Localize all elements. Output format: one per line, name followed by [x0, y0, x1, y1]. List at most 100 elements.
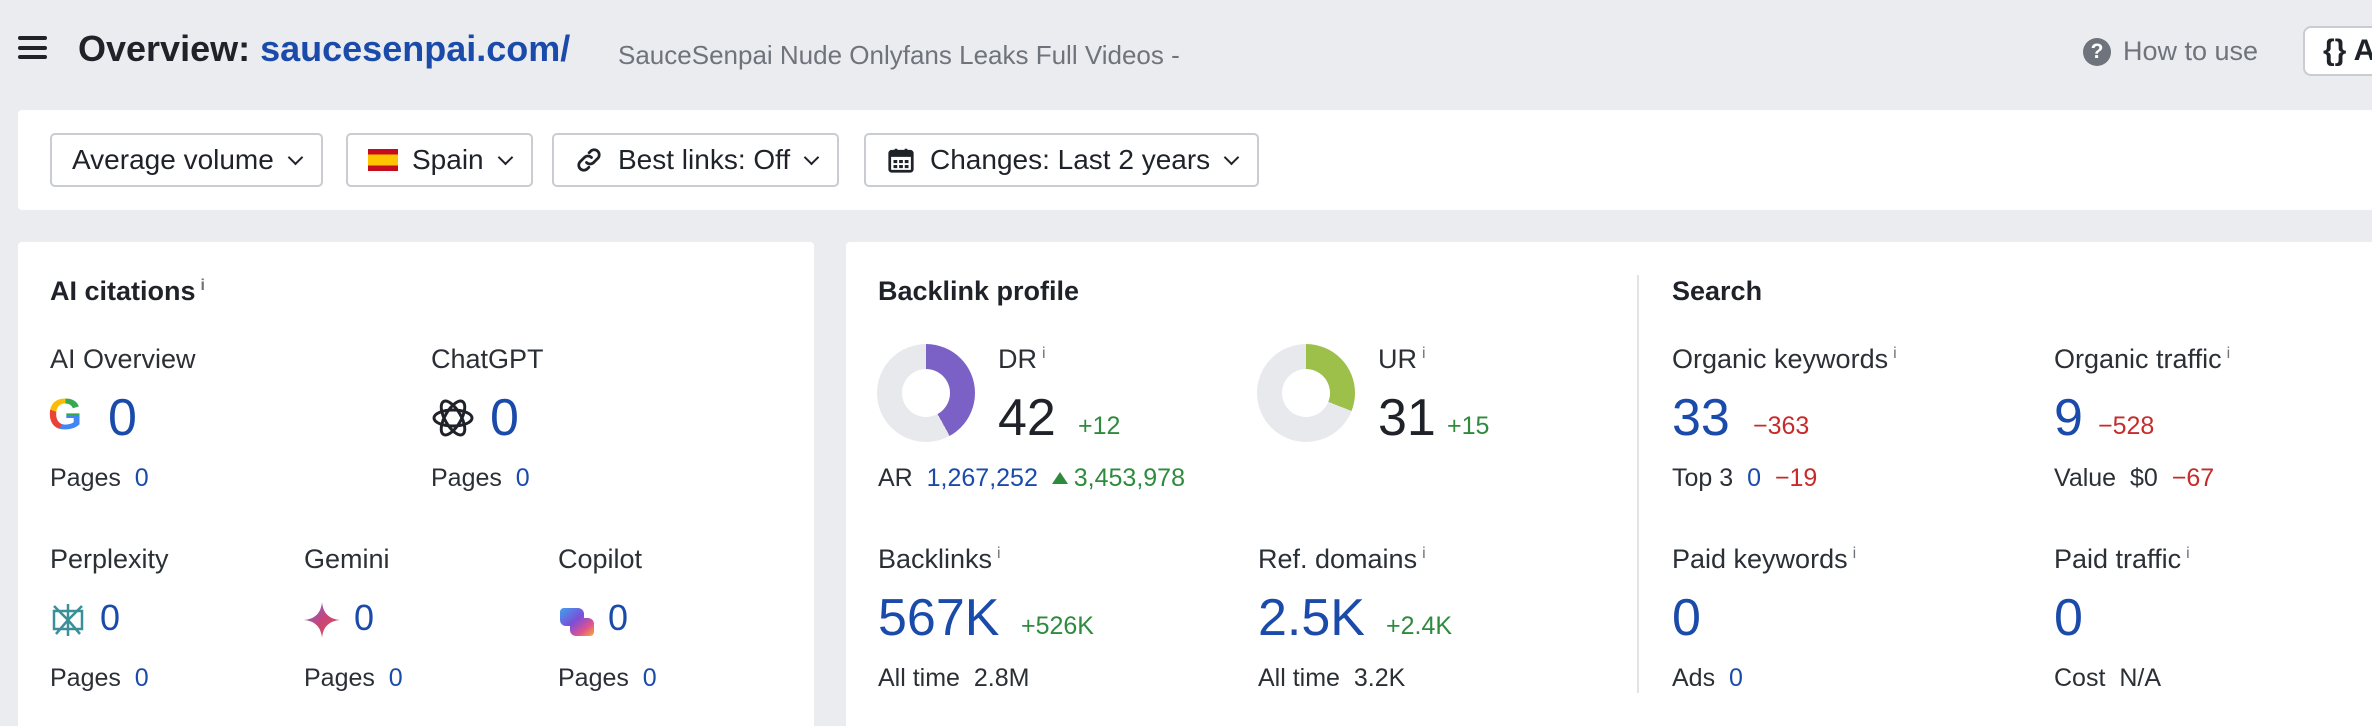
info-icon[interactable]: i — [2227, 345, 2231, 362]
page-title: Overview: saucesenpai.com/ — [78, 28, 570, 70]
perplexity-label: Perplexity — [50, 544, 169, 574]
backlinks-alltime: All time 2.8M — [878, 664, 1029, 693]
country-dropdown[interactable]: Spain — [346, 133, 533, 187]
pages-value[interactable]: 0 — [135, 464, 149, 492]
organic-traffic-value[interactable]: 9 — [2054, 388, 2083, 448]
perplexity-value[interactable]: 0 — [100, 597, 120, 639]
chevron-down-icon — [1223, 149, 1240, 165]
best-links-label: Best links: Off — [618, 144, 791, 175]
pages-value[interactable]: 0 — [516, 464, 530, 492]
pages-label: Pages — [50, 464, 121, 492]
info-icon[interactable]: i — [1042, 345, 1046, 362]
pages-value[interactable]: 0 — [643, 664, 657, 692]
best-links-dropdown[interactable]: Best links: Off — [552, 133, 840, 187]
backlinks-delta: +526K — [1021, 612, 1094, 640]
traffic-value-label: Value — [2054, 464, 2117, 492]
ads-label: Ads — [1672, 664, 1716, 692]
info-icon[interactable]: i — [1893, 345, 1897, 362]
target-domain[interactable]: saucesenpai.com/ — [260, 28, 570, 69]
organic-keywords-label: Organic keywords i — [1672, 344, 1897, 375]
info-icon[interactable]: i — [201, 277, 205, 294]
paid-traffic-label: Paid traffic i — [2054, 544, 2190, 575]
gemini-pages: Pages 0 — [304, 664, 403, 693]
gemini-value[interactable]: 0 — [354, 597, 374, 639]
gemini-icon — [304, 602, 340, 638]
country-label: Spain — [412, 144, 484, 175]
calendar-icon — [888, 148, 914, 173]
copilot-icon — [560, 608, 594, 636]
paid-keywords-label-text: Paid keywords — [1672, 544, 1848, 574]
pages-label: Pages — [304, 664, 375, 692]
volume-dropdown[interactable]: Average volume — [50, 133, 323, 187]
chatgpt-icon — [432, 399, 474, 437]
alltime-label: All time — [1258, 664, 1340, 692]
help-icon: ? — [2083, 37, 2111, 66]
copilot-value[interactable]: 0 — [608, 597, 628, 639]
traffic-value-row: Value $0 −67 — [2054, 464, 2214, 493]
ar-value[interactable]: 1,267,252 — [927, 464, 1038, 492]
ur-donut-chart — [1257, 344, 1355, 442]
paid-keywords-label: Paid keywords i — [1672, 544, 1856, 575]
alltime-value: 3.2K — [1353, 664, 1406, 692]
info-icon[interactable]: i — [1422, 345, 1426, 362]
traffic-value-amount: $0 — [2130, 464, 2158, 492]
title-prefix: Overview: — [78, 28, 251, 69]
chatgpt-pages: Pages 0 — [431, 464, 530, 493]
organic-keywords-value[interactable]: 33 — [1672, 388, 1730, 448]
organic-keywords-label-text: Organic keywords — [1672, 344, 1889, 374]
info-icon[interactable]: i — [1853, 545, 1857, 562]
info-icon[interactable]: i — [1422, 545, 1426, 562]
dr-value: 42 — [998, 389, 1056, 447]
organic-traffic-label-text: Organic traffic — [2054, 344, 2222, 374]
paid-traffic-value[interactable]: 0 — [2054, 588, 2083, 648]
gemini-label: Gemini — [304, 544, 390, 574]
ref-domains-label-text: Ref. domains — [1258, 544, 1418, 574]
spain-flag-icon — [368, 149, 398, 171]
alltime-value: 2.8M — [973, 664, 1030, 692]
dr-label-text: DR — [998, 344, 1037, 374]
perplexity-icon — [52, 604, 84, 636]
copilot-pages: Pages 0 — [558, 664, 657, 693]
perplexity-pages: Pages 0 — [50, 664, 149, 693]
chatgpt-label: ChatGPT — [431, 344, 544, 374]
cost-value: N/A — [2119, 664, 2161, 692]
top3-row: Top 3 0 −19 — [1672, 464, 1817, 493]
organic-keywords-delta: −363 — [1753, 412, 1810, 440]
volume-label: Average volume — [72, 144, 274, 175]
traffic-value-delta: −67 — [2171, 464, 2215, 492]
changes-dropdown[interactable]: Changes: Last 2 years — [864, 133, 1260, 187]
ref-domains-delta: +2.4K — [1386, 612, 1453, 640]
backlinks-value[interactable]: 567K — [878, 588, 999, 648]
pages-value[interactable]: 0 — [135, 664, 149, 692]
ref-domains-alltime: All time 3.2K — [1258, 664, 1405, 693]
organic-traffic-label: Organic traffic i — [2054, 344, 2230, 375]
api-button[interactable]: {} A — [2303, 26, 2372, 76]
section-divider — [1637, 275, 1639, 693]
pages-label: Pages — [431, 464, 502, 492]
chatgpt-value[interactable]: 0 — [490, 388, 519, 448]
ar-delta: 3,453,978 — [1073, 464, 1185, 492]
ai-overview-label: AI Overview — [50, 344, 196, 374]
ur-delta: +15 — [1447, 412, 1490, 440]
paid-keywords-value[interactable]: 0 — [1672, 588, 1701, 648]
menu-icon[interactable] — [18, 36, 47, 59]
pages-value[interactable]: 0 — [389, 664, 403, 692]
top3-value[interactable]: 0 — [1747, 464, 1761, 492]
organic-traffic-delta: −528 — [2098, 412, 2155, 440]
chevron-down-icon — [803, 149, 820, 165]
up-arrow-icon — [1051, 472, 1068, 484]
ur-label: UR i — [1378, 344, 1426, 375]
ref-domains-value[interactable]: 2.5K — [1258, 588, 1365, 648]
info-icon[interactable]: i — [997, 545, 1001, 562]
changes-label: Changes: Last 2 years — [930, 144, 1211, 175]
backlinks-label: Backlinks i — [878, 544, 1001, 575]
ai-citations-title: AI citations i — [50, 276, 205, 307]
link-icon — [577, 148, 601, 172]
dr-label: DR i — [998, 344, 1046, 375]
ads-value[interactable]: 0 — [1729, 664, 1743, 692]
info-icon[interactable]: i — [2186, 545, 2190, 562]
ai-overview-value[interactable]: 0 — [108, 388, 137, 448]
copilot-label: Copilot — [558, 544, 643, 574]
how-to-use-link[interactable]: ? How to use — [2083, 36, 2258, 67]
paid-traffic-label-text: Paid traffic — [2054, 544, 2182, 574]
